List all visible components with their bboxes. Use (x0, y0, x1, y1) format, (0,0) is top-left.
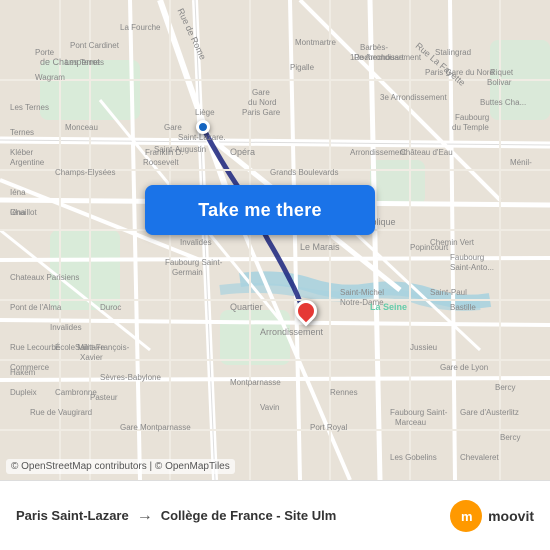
svg-text:Port Royal: Port Royal (310, 423, 348, 432)
destination-marker (295, 300, 317, 322)
svg-text:Château d'Eau: Château d'Eau (400, 148, 453, 157)
svg-text:Grands Boulevards: Grands Boulevards (270, 168, 338, 177)
svg-text:Les Gobelins: Les Gobelins (390, 453, 437, 462)
footer: Paris Saint-Lazare → Collège de France -… (0, 480, 550, 550)
svg-text:Saint-Augustin: Saint-Augustin (154, 145, 206, 154)
svg-text:Pont Cardinet: Pont Cardinet (70, 41, 120, 50)
svg-text:Stalingrad: Stalingrad (435, 48, 471, 57)
svg-text:Barbès-: Barbès- (360, 43, 388, 52)
moovit-logo: m moovit (450, 500, 534, 532)
footer-route: Paris Saint-Lazare → Collège de France -… (16, 507, 336, 525)
svg-text:Wagram: Wagram (35, 73, 65, 82)
route-arrow: → (137, 507, 153, 525)
svg-text:Bercy: Bercy (500, 433, 520, 442)
svg-text:Quartier: Quartier (230, 302, 263, 312)
svg-text:Le Marais: Le Marais (300, 242, 340, 252)
take-me-there-label: Take me there (198, 200, 322, 221)
svg-text:Bastille: Bastille (450, 303, 476, 312)
svg-text:Duroc: Duroc (100, 303, 121, 312)
svg-text:Arrondissement: Arrondissement (350, 148, 407, 157)
svg-text:Chateaux Parisiens: Chateaux Parisiens (10, 273, 79, 282)
svg-text:Invalides: Invalides (50, 323, 82, 332)
svg-text:Faubourg: Faubourg (455, 113, 489, 122)
svg-text:Jussieu: Jussieu (410, 343, 437, 352)
svg-text:Kléber: Kléber (10, 148, 33, 157)
svg-text:Ternes: Ternes (10, 128, 34, 137)
svg-text:Faubourg Saint-: Faubourg Saint- (390, 408, 448, 417)
svg-text:Les Ternes: Les Ternes (10, 103, 49, 112)
svg-text:La Seine: La Seine (370, 302, 407, 312)
svg-text:Saint-Anto...: Saint-Anto... (450, 263, 494, 272)
svg-text:Argentine: Argentine (10, 158, 45, 167)
svg-text:Xavier: Xavier (80, 353, 103, 362)
svg-text:Saint-Michel: Saint-Michel (340, 288, 384, 297)
svg-text:Monceau: Monceau (65, 123, 98, 132)
svg-text:Iéna: Iéna (10, 188, 26, 197)
svg-text:Rennes: Rennes (330, 388, 358, 397)
svg-text:Pont de l'Alma: Pont de l'Alma (10, 303, 62, 312)
svg-text:Chevaleret: Chevaleret (460, 453, 499, 462)
svg-text:Bercy: Bercy (495, 383, 515, 392)
svg-text:Liège: Liège (195, 108, 215, 117)
svg-text:du Nord: du Nord (248, 98, 276, 107)
route-line: Paris Saint-Lazare → Collège de France -… (16, 507, 336, 525)
svg-text:Saint-François-: Saint-François- (75, 343, 130, 352)
svg-text:Rue de Vaugirard: Rue de Vaugirard (30, 408, 92, 417)
map-attribution: © OpenStreetMap contributors | © OpenMap… (6, 459, 235, 474)
svg-text:Rue Lecourbe: Rue Lecourbe (10, 343, 61, 352)
origin-marker (196, 120, 210, 134)
svg-text:Chemin Vert: Chemin Vert (430, 238, 475, 247)
map-container: Rue de Rome Rue La Fayette Opéra Grands … (0, 0, 550, 480)
route-to: Collège de France - Site Ulm (161, 508, 337, 523)
moovit-svg: m (456, 506, 476, 526)
svg-text:Roosevelt: Roosevelt (143, 158, 179, 167)
svg-text:Ménil-: Ménil- (510, 158, 532, 167)
svg-text:Arrondissement: Arrondissement (260, 327, 324, 337)
svg-text:de Champerret: de Champerret (40, 57, 101, 67)
svg-text:3e Arrondissement: 3e Arrondissement (380, 93, 447, 102)
svg-text:Dupleix: Dupleix (10, 388, 37, 397)
svg-text:Germain: Germain (172, 268, 203, 277)
moovit-text: moovit (488, 508, 534, 524)
svg-text:Montmartre: Montmartre (295, 38, 336, 47)
svg-text:Gare Montparnasse: Gare Montparnasse (120, 423, 191, 432)
svg-text:Hakem: Hakem (10, 368, 36, 377)
svg-text:Sèvres-Babylone: Sèvres-Babylone (100, 373, 161, 382)
moovit-icon: m (450, 500, 482, 532)
svg-text:Faubourg Saint-: Faubourg Saint- (165, 258, 223, 267)
svg-text:Gare: Gare (164, 123, 182, 132)
svg-text:Marceau: Marceau (395, 418, 426, 427)
origin-dot (196, 120, 210, 134)
route-from: Paris Saint-Lazare (16, 508, 129, 523)
svg-text:Invalides: Invalides (180, 238, 212, 247)
svg-text:Paris Gare: Paris Gare (242, 108, 281, 117)
svg-text:Paris Gare du Nord: Paris Gare du Nord (425, 68, 494, 77)
svg-text:Opéra: Opéra (230, 147, 255, 157)
take-me-there-button[interactable]: Take me there (145, 185, 375, 235)
svg-text:Gare de Lyon: Gare de Lyon (440, 363, 488, 372)
svg-text:Montparnasse: Montparnasse (230, 378, 281, 387)
svg-text:Gare: Gare (252, 88, 270, 97)
svg-text:Rochechouart: Rochechouart (354, 53, 405, 62)
map-background: Rue de Rome Rue La Fayette Opéra Grands … (0, 0, 550, 480)
svg-text:Vavin: Vavin (260, 403, 279, 412)
svg-text:Pigalle: Pigalle (290, 63, 315, 72)
svg-text:Faubourg: Faubourg (450, 253, 484, 262)
svg-text:du Temple: du Temple (452, 123, 489, 132)
svg-text:Gare d'Austerlitz: Gare d'Austerlitz (460, 408, 519, 417)
svg-text:Bolivar: Bolivar (487, 78, 512, 87)
svg-text:Iéna: Iéna (10, 208, 26, 217)
svg-text:Saint-Paul: Saint-Paul (430, 288, 467, 297)
svg-text:Saint-Lazare.: Saint-Lazare. (178, 133, 226, 142)
destination-dot (290, 295, 321, 326)
svg-text:La Fourche: La Fourche (120, 23, 161, 32)
svg-text:Cambronne: Cambronne (55, 388, 97, 397)
svg-text:Champs-Elysées: Champs-Elysées (55, 168, 115, 177)
svg-text:Buttes Cha...: Buttes Cha... (480, 98, 526, 107)
svg-text:Porte: Porte (35, 48, 55, 57)
svg-text:m: m (461, 509, 473, 524)
